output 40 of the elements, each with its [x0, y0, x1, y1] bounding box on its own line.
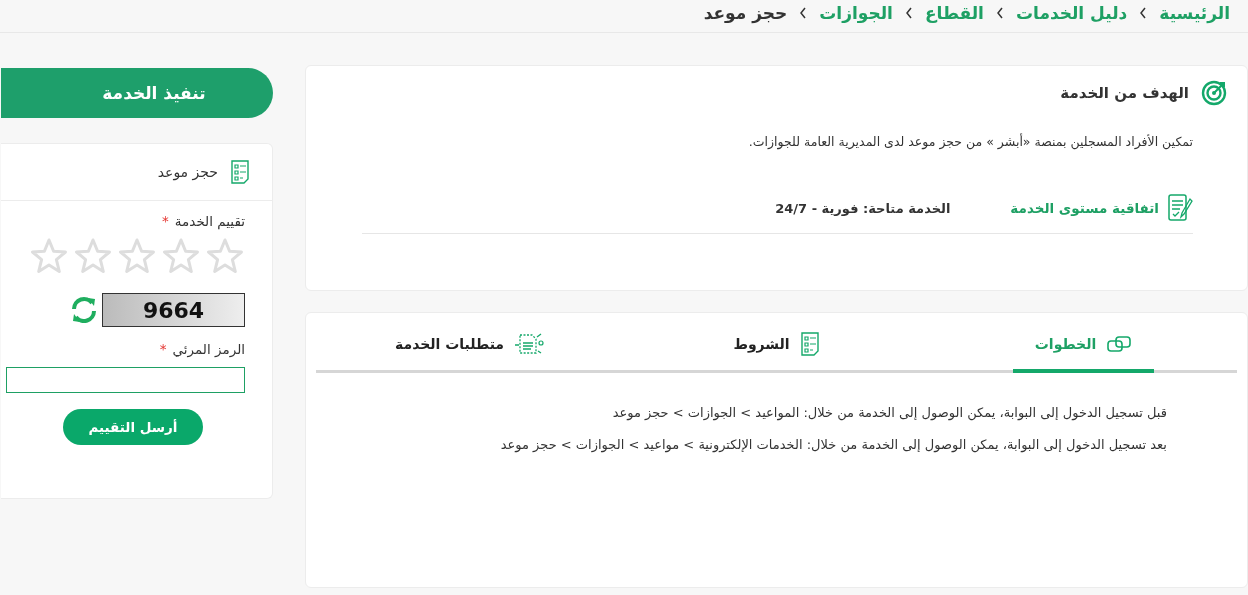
- tab[interactable]: الخطوات: [1012, 313, 1155, 373]
- chevron-icon: [995, 7, 1004, 19]
- captcha-input-field[interactable]: [6, 367, 245, 393]
- section-title: الهدف من الخدمة: [1060, 84, 1189, 102]
- chevron-icon: [799, 7, 808, 19]
- breadcrumb-link[interactable]: الجوازات: [819, 3, 893, 23]
- card-title: حجز موعد: [157, 164, 218, 180]
- tab[interactable]: الشروط: [711, 313, 842, 373]
- field-label: الرمز المرئي: [172, 341, 245, 357]
- star-icon[interactable]: [29, 237, 69, 275]
- submit-rating-button[interactable]: أرسل التقييم: [63, 409, 203, 445]
- step-text: بعد تسجيل الدخول إلى البوابة، يمكن الوصول إلى الخدمة من خلال: الخدمات الإلكترونية > مواعيد > الجوازات > حجز موعد: [499, 437, 1167, 452]
- refresh-icon[interactable]: [69, 295, 99, 325]
- star-icon[interactable]: [117, 237, 157, 275]
- execute-service-button[interactable]: تنفيذ الخدمة: [1, 68, 273, 118]
- link-icon: [1106, 334, 1133, 354]
- breadcrumb-link[interactable]: دليل الخدمات: [1015, 3, 1128, 23]
- target-icon: [1201, 80, 1227, 106]
- chevron-icon: [1139, 7, 1148, 19]
- document-pen-icon: [1167, 193, 1193, 223]
- checklist-icon: [799, 331, 820, 357]
- breadcrumb-link[interactable]: حجز موعد: [703, 3, 788, 23]
- breadcrumb-link[interactable]: القطاع: [924, 3, 984, 23]
- captcha-image: 9664: [102, 293, 245, 327]
- document-gear-icon: [514, 331, 545, 357]
- star-icon[interactable]: [161, 237, 201, 275]
- sla-link[interactable]: اتفاقية مستوى الخدمة: [1010, 200, 1159, 216]
- availability-text: الخدمة متاحة: فورية - 24/7: [775, 200, 951, 216]
- step-text: قبل تسجيل الدخول إلى البوابة، يمكن الوصول إلى الخدمة من خلال: المواعيد > الجوازات > حجز موعد: [611, 405, 1167, 420]
- checklist-icon: [230, 159, 250, 185]
- field-label: تقييم الخدمة: [174, 213, 245, 229]
- star-rating[interactable]: [29, 237, 245, 275]
- star-icon[interactable]: [73, 237, 113, 275]
- chevron-icon: [904, 7, 913, 19]
- tab[interactable]: متطلبات الخدمة: [373, 313, 567, 373]
- required-mark: *: [162, 213, 169, 229]
- star-icon[interactable]: [205, 237, 245, 275]
- required-mark: *: [159, 341, 167, 357]
- goal-description: تمكين الأفراد المسجلين بمنصة «أبشر » من حجز موعد لدى المديرية العامة للجوازات.: [747, 134, 1193, 149]
- breadcrumb-link[interactable]: الرئيسية: [1159, 3, 1230, 23]
